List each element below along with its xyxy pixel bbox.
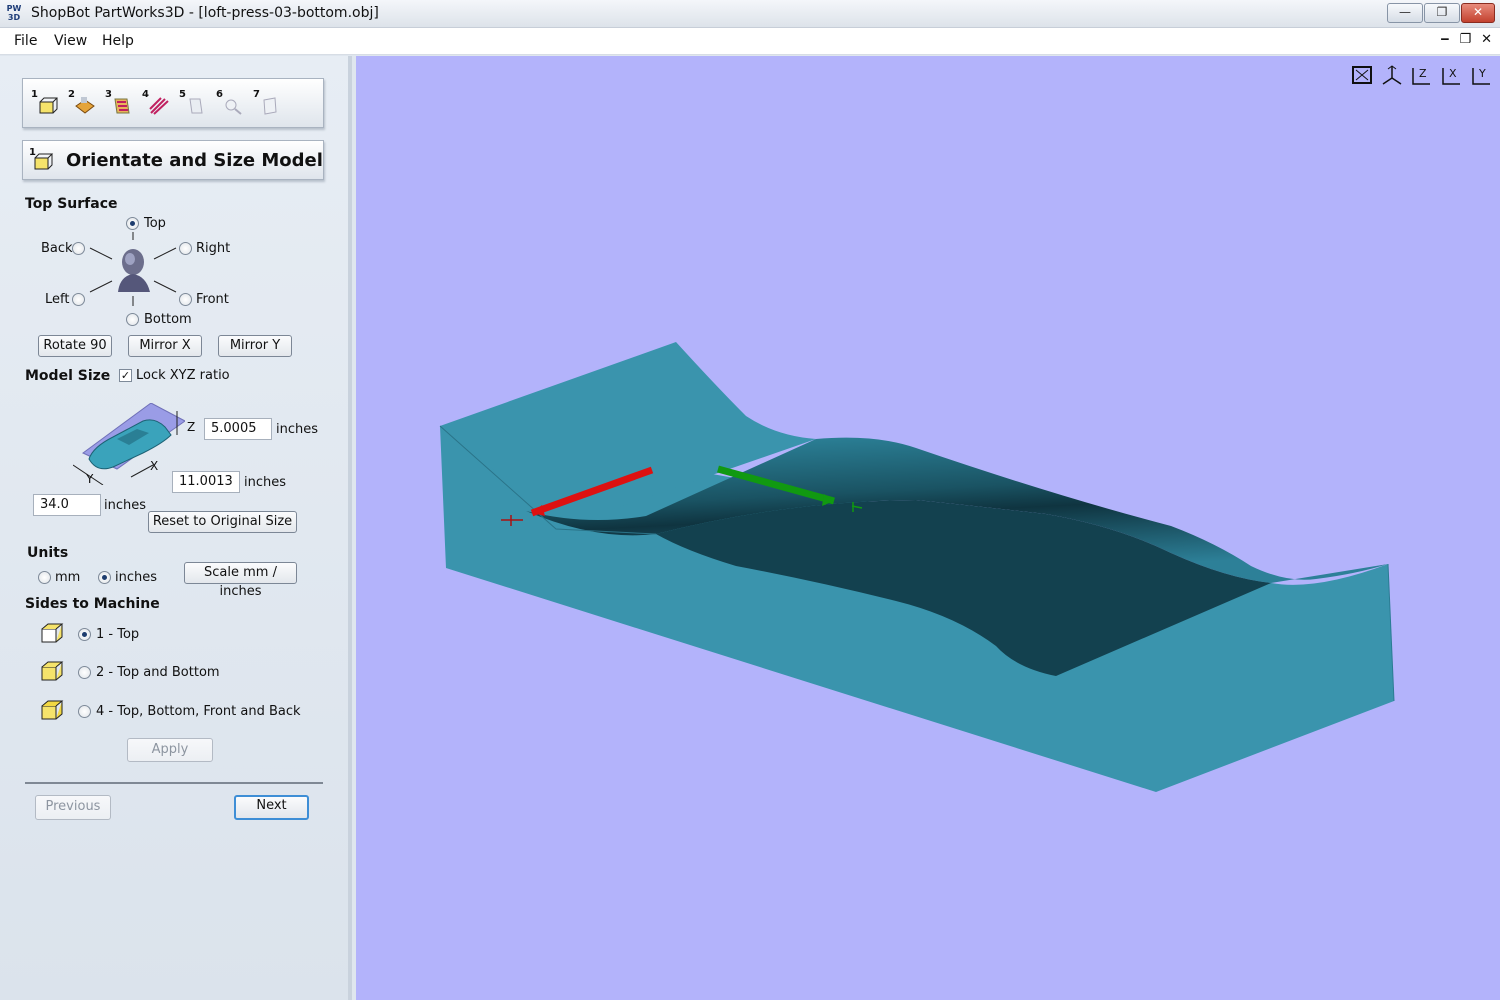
mdi-restore-button[interactable]: ❐	[1459, 32, 1471, 47]
step-4-button[interactable]: 4	[142, 89, 172, 119]
top-surface-bottom-radio[interactable]	[126, 313, 139, 326]
units-inches-label: inches	[115, 570, 158, 585]
sides-heading: Sides to Machine	[25, 596, 160, 612]
units-heading: Units	[27, 545, 69, 561]
material-setup-icon	[75, 97, 95, 114]
3d-viewport[interactable]: Z X Y	[356, 56, 1500, 1000]
x-unit-label: inches	[244, 475, 287, 490]
previous-button[interactable]: Previous	[35, 795, 111, 820]
preview-toolpath-icon	[225, 99, 242, 115]
axis-z-label: Z	[187, 420, 196, 434]
menu-bar: File View Help ‒ ❐ ✕	[0, 28, 1500, 55]
top-surface-left-label: Left	[45, 292, 70, 307]
step-6-button[interactable]: 6	[216, 89, 246, 119]
mdi-close-button[interactable]: ✕	[1481, 32, 1492, 47]
step-2-button[interactable]: 2	[68, 89, 98, 119]
reset-size-button[interactable]: Reset to Original Size	[148, 511, 297, 533]
model-size-heading: Model Size	[25, 368, 111, 384]
mdi-minimize-button[interactable]: ‒	[1440, 32, 1449, 47]
cutout-toolpath-icon	[189, 98, 203, 114]
minimize-button[interactable]: —	[1387, 3, 1423, 23]
top-surface-heading: Top Surface	[25, 196, 118, 212]
apply-button[interactable]: Apply	[127, 738, 213, 762]
axis-y-label: Y	[86, 472, 94, 486]
menu-view[interactable]: View	[54, 33, 87, 49]
sides-4-radio[interactable]	[78, 705, 91, 718]
step-1-button[interactable]: 1	[31, 89, 61, 119]
mirror-y-button[interactable]: Mirror Y	[218, 335, 292, 357]
units-inches-radio[interactable]	[98, 571, 111, 584]
x-size-input[interactable]: 11.0013	[172, 471, 240, 493]
sides-2-label: 2 - Top and Bottom	[96, 665, 220, 680]
y-size-input[interactable]: 34.0	[33, 494, 101, 516]
box-orient-icon	[39, 97, 58, 114]
sides-1-label: 1 - Top	[96, 627, 140, 642]
app-logo-icon: PW 3D	[6, 4, 22, 22]
step-heading: 1 Orientate and Size Model	[22, 140, 324, 180]
restore-button[interactable]: ❐	[1424, 3, 1460, 23]
axis-x-label: X	[150, 459, 159, 473]
next-button[interactable]: Next	[234, 795, 309, 820]
units-mm-label: mm	[55, 570, 81, 585]
finishing-toolpath-icon	[149, 97, 169, 115]
lock-xyz-label: Lock XYZ ratio	[136, 368, 230, 383]
z-size-input[interactable]: 5.0005	[204, 418, 272, 440]
top-surface-back-radio[interactable]	[72, 242, 85, 255]
roughing-toolpath-icon	[114, 98, 130, 114]
menu-help[interactable]: Help	[102, 33, 134, 49]
sides-4-label: 4 - Top, Bottom, Front and Back	[96, 704, 301, 719]
units-mm-radio[interactable]	[38, 571, 51, 584]
sides-1-radio[interactable]	[78, 628, 91, 641]
top-surface-back-label: Back	[41, 241, 73, 256]
panel-divider	[25, 782, 323, 784]
bust-model-icon	[118, 249, 150, 292]
two-side-cube-icon	[41, 661, 64, 681]
window-title: ShopBot PartWorks3D - [loft-press-03-bot…	[31, 5, 379, 21]
top-surface-front-label: Front	[196, 292, 229, 307]
step-toolbar: 1 2 3 4 5 6 7	[22, 78, 324, 128]
lock-xyz-checkbox[interactable]: ✓	[119, 369, 132, 382]
top-surface-left-radio[interactable]	[72, 293, 85, 306]
save-toolpath-icon	[263, 97, 277, 115]
y-unit-label: inches	[104, 498, 147, 513]
rotate-90-button[interactable]: Rotate 90	[38, 335, 112, 357]
one-side-cube-icon	[41, 623, 64, 643]
top-surface-right-label: Right	[196, 241, 231, 256]
close-button[interactable]: ✕	[1461, 3, 1495, 23]
menu-file[interactable]: File	[14, 33, 37, 49]
step-3-button[interactable]: 3	[105, 89, 135, 119]
sides-2-radio[interactable]	[78, 666, 91, 679]
title-bar: PW 3D ShopBot PartWorks3D - [loft-press-…	[0, 0, 1500, 28]
scale-units-button[interactable]: Scale mm / inches	[184, 562, 297, 599]
four-side-cube-icon	[41, 700, 64, 720]
mirror-x-button[interactable]: Mirror X	[128, 335, 202, 357]
step-title: Orientate and Size Model	[66, 150, 323, 171]
3d-model	[439, 342, 1395, 792]
top-surface-bottom-label: Bottom	[144, 312, 192, 327]
step-5-button[interactable]: 5	[179, 89, 209, 119]
z-unit-label: inches	[276, 422, 319, 437]
step-7-button[interactable]: 7	[253, 89, 283, 119]
left-panel: 1 2 3 4 5 6 7 1 Orientate and Size Model…	[0, 56, 352, 1000]
